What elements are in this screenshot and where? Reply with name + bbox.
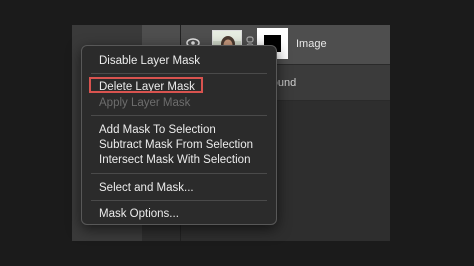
layer-name-image[interactable]: Image (296, 38, 327, 50)
menu-item-disable-layer-mask[interactable]: Disable Layer Mask (99, 54, 200, 68)
menu-separator (91, 115, 267, 116)
screen: Image ground Disable Layer Mask Delete L… (0, 0, 474, 266)
menu-item-select-and-mask[interactable]: Select and Mask... (99, 181, 194, 195)
menu-separator (91, 73, 267, 74)
layer-mask-context-menu: Disable Layer Mask Delete Layer Mask App… (81, 45, 277, 225)
menu-item-subtract-mask-from-selection[interactable]: Subtract Mask From Selection (99, 138, 253, 152)
menu-item-mask-options[interactable]: Mask Options... (99, 207, 179, 221)
menu-separator (91, 173, 267, 174)
menu-item-intersect-mask-with-selection[interactable]: Intersect Mask With Selection (99, 153, 250, 167)
menu-item-apply-layer-mask: Apply Layer Mask (99, 97, 191, 109)
highlight-outline (89, 77, 203, 93)
menu-item-add-mask-to-selection[interactable]: Add Mask To Selection (99, 123, 216, 137)
menu-separator (91, 200, 267, 201)
